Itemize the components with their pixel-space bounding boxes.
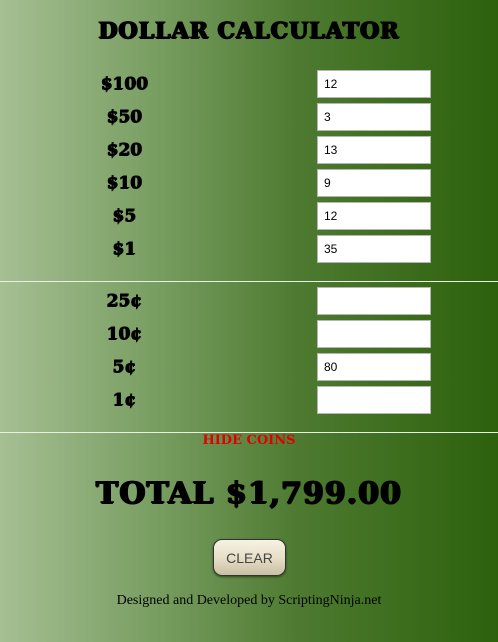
- bill-label-1: $1: [112, 239, 136, 259]
- total-display: TOTAL $1,799.00: [96, 476, 402, 511]
- bill-input-50[interactable]: [317, 103, 431, 131]
- bill-label-20: $20: [106, 140, 142, 160]
- coin-label-1: 1¢: [112, 390, 136, 410]
- bill-input-5[interactable]: [317, 202, 431, 230]
- bill-label-5: $5: [112, 206, 136, 226]
- coin-input-5[interactable]: [317, 353, 431, 381]
- page-title: DOLLAR CALCULATOR: [98, 18, 400, 44]
- clear-button[interactable]: CLEAR: [213, 539, 286, 576]
- bill-row-50: $50: [0, 103, 498, 131]
- coin-label-25: 25¢: [106, 291, 142, 311]
- coin-label-5: 5¢: [112, 357, 136, 377]
- coin-input-1[interactable]: [317, 386, 431, 414]
- coin-row-25: 25¢: [0, 287, 498, 315]
- coin-input-10[interactable]: [317, 320, 431, 348]
- coin-label-10: 10¢: [106, 324, 142, 344]
- bill-row-100: $100: [0, 70, 498, 98]
- bill-input-20[interactable]: [317, 136, 431, 164]
- bills-coins-divider: [0, 281, 498, 282]
- bill-row-10: $10: [0, 169, 498, 197]
- coin-input-25[interactable]: [317, 287, 431, 315]
- bill-label-50: $50: [106, 107, 142, 127]
- hide-coins-toggle[interactable]: HIDE COINS: [0, 433, 498, 448]
- bill-row-1: $1: [0, 235, 498, 263]
- bill-input-10[interactable]: [317, 169, 431, 197]
- bill-row-5: $5: [0, 202, 498, 230]
- footer-credit: Designed and Developed by ScriptingNinja…: [116, 593, 382, 608]
- coin-row-10: 10¢: [0, 320, 498, 348]
- bill-row-20: $20: [0, 136, 498, 164]
- coin-row-5: 5¢: [0, 353, 498, 381]
- coin-row-1: 1¢: [0, 386, 498, 414]
- bill-label-100: $100: [100, 74, 148, 94]
- bill-input-100[interactable]: [317, 70, 431, 98]
- bill-input-1[interactable]: [317, 235, 431, 263]
- bill-label-10: $10: [106, 173, 142, 193]
